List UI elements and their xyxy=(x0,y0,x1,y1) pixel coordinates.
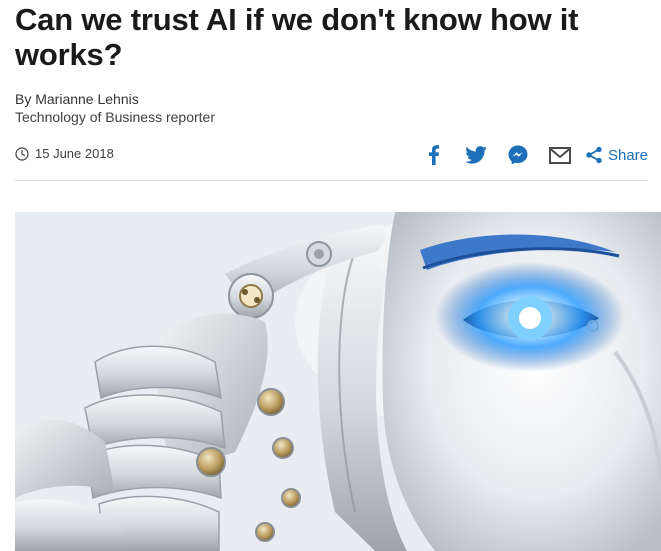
share-label: Share xyxy=(607,146,648,164)
publish-date: 15 June 2018 xyxy=(15,146,114,161)
share-button[interactable]: Share xyxy=(585,146,648,164)
email-icon xyxy=(548,146,571,164)
share-tools: Share xyxy=(423,142,648,168)
article-page: Can we trust AI if we don't know how it … xyxy=(0,0,661,551)
divider xyxy=(15,180,648,181)
facebook-share-button[interactable] xyxy=(423,144,445,166)
date-text: 15 June 2018 xyxy=(35,146,114,161)
hero-image xyxy=(15,212,661,551)
article-headline: Can we trust AI if we don't know how it … xyxy=(15,2,579,72)
share-icon xyxy=(586,146,602,164)
messenger-share-button[interactable] xyxy=(507,144,529,166)
clock-icon xyxy=(15,146,29,161)
meta-row: 15 June 2018 Share xyxy=(15,140,648,170)
email-share-button[interactable] xyxy=(548,144,571,166)
author-name: By Marianne Lehnis xyxy=(15,91,139,107)
messenger-icon xyxy=(508,145,528,165)
facebook-icon xyxy=(428,145,440,165)
author-role: Technology of Business reporter xyxy=(15,109,215,125)
twitter-icon xyxy=(465,146,487,164)
twitter-share-button[interactable] xyxy=(465,144,487,166)
robot-illustration xyxy=(15,212,661,551)
byline: By Marianne Lehnis Technology of Busines… xyxy=(15,90,215,126)
